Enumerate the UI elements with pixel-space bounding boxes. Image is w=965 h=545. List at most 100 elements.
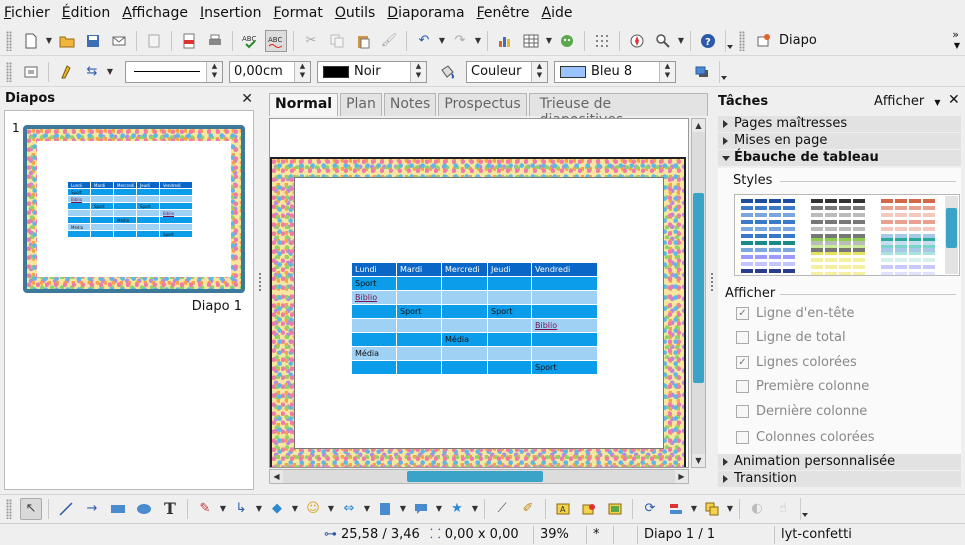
- line-style-select[interactable]: ▲ ▼: [125, 60, 223, 83]
- table-cell[interactable]: [531, 304, 598, 319]
- slide-icon[interactable]: [753, 30, 775, 52]
- option-4[interactable]: Première colonne: [736, 379, 869, 394]
- table-cell[interactable]: [90, 216, 114, 224]
- table-dropdown-icon[interactable]: ▼: [544, 36, 554, 45]
- table-cell[interactable]: [441, 346, 488, 361]
- curve-dropdown-icon[interactable]: ▼: [218, 504, 228, 513]
- table-cell[interactable]: [67, 216, 91, 224]
- table-header-cell[interactable]: Vendredi: [531, 262, 598, 277]
- table-cell[interactable]: [159, 223, 193, 231]
- toolbar-overflow-icon[interactable]: »: [952, 28, 959, 41]
- cut-icon[interactable]: ✂: [300, 30, 322, 52]
- option-1[interactable]: ✓ Ligne d'en-tête: [736, 306, 854, 321]
- open-folder-icon[interactable]: [56, 30, 78, 52]
- symbol-shapes-icon[interactable]: ☺: [302, 498, 324, 520]
- table-cell[interactable]: Sport: [531, 360, 598, 375]
- table-cell[interactable]: [113, 230, 137, 238]
- table-cell[interactable]: Sport: [90, 202, 114, 210]
- alignment-icon[interactable]: [665, 498, 687, 520]
- spellcheck-icon[interactable]: ABC: [239, 30, 261, 52]
- table-cell[interactable]: [159, 195, 193, 203]
- new-document-icon[interactable]: [20, 30, 42, 52]
- option-6[interactable]: Colonnes colorées: [736, 430, 874, 445]
- undo-dropdown-icon[interactable]: ▼: [437, 36, 447, 45]
- table-cell[interactable]: [113, 195, 137, 203]
- table-cell[interactable]: [113, 209, 137, 217]
- styles-scrollbar[interactable]: [945, 196, 958, 274]
- table-cell[interactable]: Biblio: [531, 318, 598, 333]
- menu-ichier[interactable]: Fichier: [4, 5, 50, 21]
- schedule-table[interactable]: Lundi Mardi Mercredi Jeudi Vendredi Sport Bibl…: [67, 181, 193, 238]
- scroll-right-icon[interactable]: ▶: [675, 470, 688, 483]
- section-custom-animation[interactable]: Animation personnalisée: [718, 454, 961, 470]
- close-icon[interactable]: ✕: [241, 91, 253, 107]
- table-cell[interactable]: [90, 188, 114, 196]
- table-styles-gallery[interactable]: [734, 194, 960, 276]
- table-cell[interactable]: [487, 360, 532, 375]
- table-cell[interactable]: [159, 188, 193, 196]
- menu-enêtre[interactable]: Fenêtre: [477, 5, 530, 21]
- connector-tool-icon[interactable]: ↳: [230, 498, 252, 520]
- toolbar-options-icon[interactable]: ▼: [954, 41, 960, 50]
- table-cell[interactable]: [351, 360, 397, 375]
- curve-tool-icon[interactable]: ✎: [194, 498, 216, 520]
- undo-icon[interactable]: ↶: [413, 30, 435, 52]
- table-cell[interactable]: Sport: [487, 304, 532, 319]
- copy-icon[interactable]: [326, 30, 348, 52]
- table-cell[interactable]: Biblio: [351, 290, 397, 305]
- section-table-design[interactable]: Ébauche de tableau: [718, 150, 961, 166]
- table-cell[interactable]: [441, 290, 488, 305]
- tab-normal[interactable]: Normal: [269, 93, 339, 116]
- toolbar-grip[interactable]: [6, 498, 12, 519]
- table-header-cell[interactable]: Mardi: [90, 181, 114, 189]
- option-2[interactable]: Ligne de total: [736, 330, 846, 345]
- section-transition[interactable]: Transition: [718, 471, 961, 487]
- table-cell[interactable]: [159, 216, 193, 224]
- table-header-cell[interactable]: Lundi: [67, 181, 91, 189]
- callouts-icon[interactable]: [410, 498, 432, 520]
- table-cell[interactable]: Sport: [396, 304, 442, 319]
- save-icon[interactable]: [82, 30, 104, 52]
- show-draw-functions-icon[interactable]: [556, 30, 578, 52]
- chart-icon[interactable]: [494, 30, 516, 52]
- shadow-icon[interactable]: [691, 61, 713, 83]
- block-arrows-icon[interactable]: ⇔: [338, 498, 360, 520]
- symbol-shapes-dropdown-icon[interactable]: ▼: [326, 504, 336, 513]
- table-cell[interactable]: [441, 304, 488, 319]
- table-cell[interactable]: [113, 223, 137, 231]
- alignment-dropdown-icon[interactable]: ▼: [689, 504, 699, 513]
- checkbox[interactable]: ✓: [736, 356, 749, 369]
- table-cell[interactable]: [90, 223, 114, 231]
- callouts-dropdown-icon[interactable]: ▼: [434, 504, 444, 513]
- table-cell[interactable]: Biblio: [67, 195, 91, 203]
- menu-ide[interactable]: Aide: [542, 5, 573, 21]
- horizontal-scrollbar[interactable]: ◀ ▶: [269, 469, 689, 484]
- menu-iaporama[interactable]: Diaporama: [387, 5, 464, 21]
- slide-canvas[interactable]: Lundi Mardi Mercredi Jeudi Vendredi Sport Bibl…: [269, 118, 689, 468]
- vertical-scroll-thumb[interactable]: [693, 193, 704, 383]
- table-cell[interactable]: Sport: [351, 276, 397, 291]
- gallery-icon[interactable]: [578, 498, 600, 520]
- styles-scroll-thumb[interactable]: [946, 208, 957, 248]
- table-cell[interactable]: [396, 360, 442, 375]
- table-cell[interactable]: [396, 290, 442, 305]
- table-cell[interactable]: [396, 332, 442, 347]
- section-layouts[interactable]: Mises en page: [718, 133, 961, 149]
- table-cell[interactable]: [113, 202, 137, 210]
- toolbar-grip[interactable]: [6, 30, 12, 51]
- arrow-style-dropdown-icon[interactable]: ▼: [105, 67, 115, 76]
- basic-shapes-icon[interactable]: ◆: [266, 498, 288, 520]
- table-cell[interactable]: [487, 332, 532, 347]
- table-cell[interactable]: Sport: [67, 188, 91, 196]
- slide-button[interactable]: Diapo: [779, 33, 817, 48]
- table-cell[interactable]: [531, 276, 598, 291]
- rotate-icon[interactable]: ⟳: [639, 498, 661, 520]
- slide-content-area[interactable]: Lundi Mardi Mercredi Jeudi Vendredi Sport Bibl…: [294, 177, 664, 449]
- edit-file-icon[interactable]: [143, 30, 165, 52]
- table-cell[interactable]: [396, 318, 442, 333]
- select-pointer-icon[interactable]: ↖: [20, 497, 42, 520]
- zoom-icon[interactable]: [652, 30, 674, 52]
- table-cell[interactable]: [531, 346, 598, 361]
- new-dropdown-icon[interactable]: ▼: [44, 36, 54, 45]
- toolbar-options-icon[interactable]: [725, 29, 733, 52]
